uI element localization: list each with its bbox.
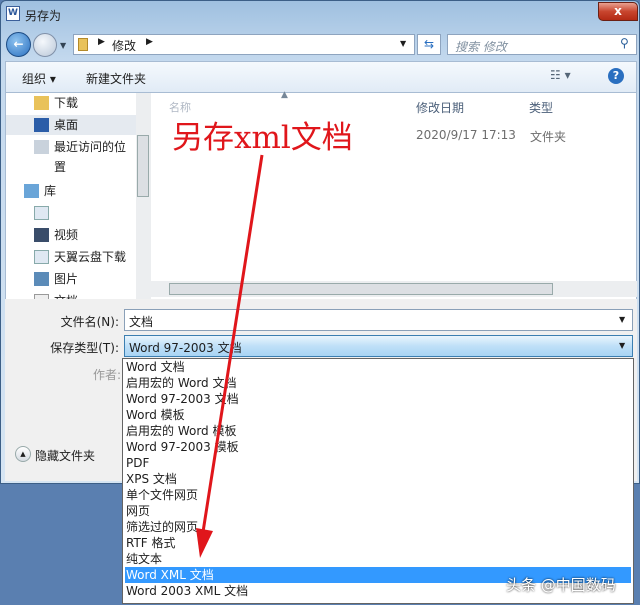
annotation-arrowhead [196, 528, 213, 558]
annotation-arrow [196, 154, 264, 558]
annotation-arrow-line [201, 154, 264, 533]
